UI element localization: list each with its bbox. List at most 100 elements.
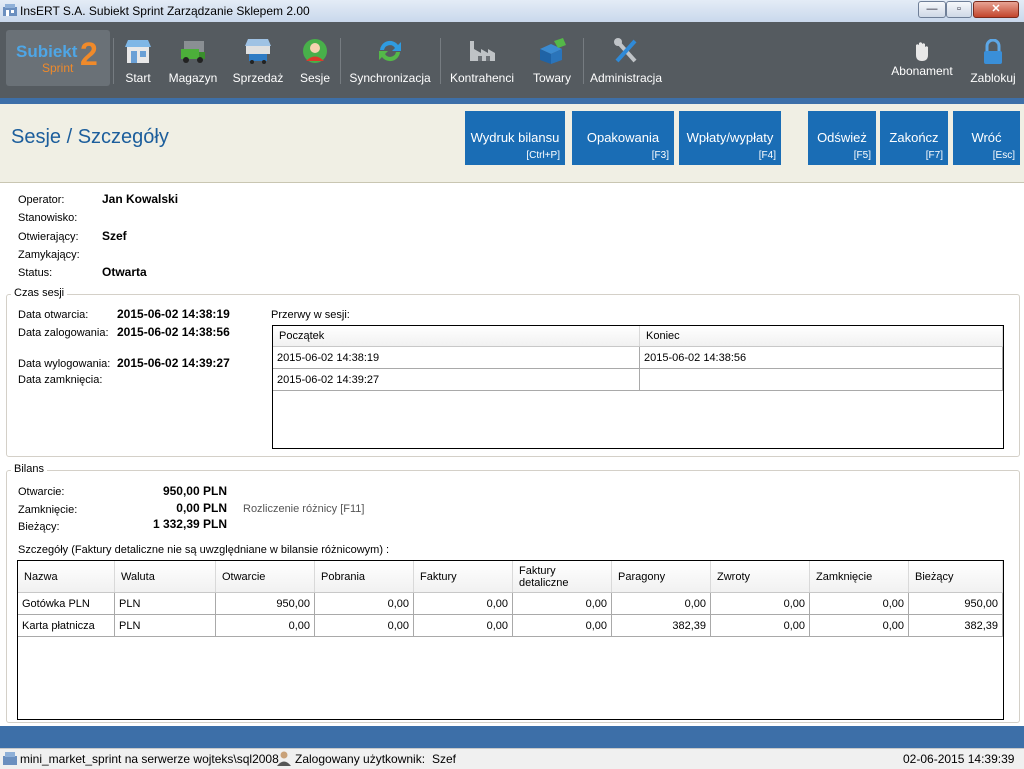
table-cell[interactable]: 0,00	[314, 592, 414, 615]
status-datetime: 02-06-2015 14:39:39	[903, 752, 1015, 766]
opakowania-button[interactable]: Opakowania [F3]	[572, 111, 674, 165]
table-cell[interactable]: 0,00	[611, 592, 711, 615]
przerwy-header-row: Początek Koniec	[273, 326, 1003, 347]
table-cell[interactable]: 0,00	[809, 592, 909, 615]
window-title-bar: InsERT S.A. Subiekt Sprint Zarządzanie S…	[0, 0, 1024, 23]
table-cell[interactable]	[639, 368, 1003, 391]
status-value: Otwarta	[102, 265, 147, 279]
table-cell[interactable]: PLN	[114, 592, 216, 615]
column-header-koniec[interactable]: Koniec	[639, 326, 1003, 347]
table-cell[interactable]: 2015-06-02 14:38:19	[273, 346, 640, 369]
cashier-icon	[303, 39, 327, 63]
table-cell[interactable]: PLN	[114, 614, 216, 637]
stanowisko-label: Stanowisko:	[18, 212, 78, 224]
otwarcie-label: Otwarcie:	[18, 486, 65, 498]
operator-label: Operator:	[18, 194, 65, 206]
logged-user-value: Szef	[432, 752, 457, 766]
data-otwarcia-label: Data otwarcia:	[18, 309, 89, 321]
table-cell[interactable]: 0,00	[413, 614, 513, 637]
table-row[interactable]: Karta płatnicza PLN 0,00 0,00 0,00 0,00 …	[18, 614, 1003, 637]
status-label: Status:	[18, 267, 53, 279]
column-header-biezacy[interactable]: Bieżący	[908, 561, 1003, 593]
column-header-zwroty[interactable]: Zwroty	[710, 561, 810, 593]
table-cell[interactable]: 0,00	[710, 614, 810, 637]
otwierajacy-value: Szef	[102, 229, 127, 243]
table-cell[interactable]: Gotówka PLN	[18, 592, 115, 615]
table-cell[interactable]: 0,00	[809, 614, 909, 637]
table-cell[interactable]: 2015-06-02 14:38:56	[639, 346, 1003, 369]
table-cell[interactable]: 0,00	[215, 614, 315, 637]
table-cell[interactable]: 950,00	[215, 592, 315, 615]
data-wylogowania-value: 2015-06-02 14:39:27	[117, 356, 230, 370]
table-cell[interactable]: 0,00	[512, 592, 612, 615]
table-cell[interactable]: 950,00	[908, 592, 1003, 615]
szczegoly-label: Szczegóły (Faktury detaliczne nie są uwz…	[18, 544, 390, 556]
wroc-button[interactable]: Wróć [Esc]	[953, 111, 1020, 165]
przerwy-grid[interactable]: Początek Koniec 2015-06-02 14:38:19 2015…	[272, 325, 1004, 449]
column-header-faktury[interactable]: Faktury	[413, 561, 513, 593]
column-header-paragony[interactable]: Paragony	[611, 561, 711, 593]
wydruk-bilansu-button[interactable]: Wydruk bilansu [Ctrl+P]	[465, 111, 565, 165]
biezacy-value: 1 332,39 PLN	[152, 517, 227, 531]
database-shop-icon	[3, 752, 17, 765]
column-header-nazwa[interactable]: Nazwa	[18, 561, 115, 593]
toolbar-abonament-button[interactable]: Abonament	[886, 34, 958, 92]
bilans-grid[interactable]: Nazwa Waluta Otwarcie Pobrania Faktury F…	[17, 560, 1004, 720]
toolbar-administracja-button[interactable]: Administracja	[588, 34, 664, 92]
minimize-button[interactable]: —	[918, 1, 946, 18]
close-button[interactable]: ✕	[973, 1, 1019, 18]
hand-icon	[916, 42, 928, 61]
toolbar-zablokuj-button[interactable]: Zablokuj	[966, 34, 1020, 92]
table-cell[interactable]: 0,00	[314, 614, 414, 637]
factory-icon	[470, 41, 495, 61]
table-row[interactable]: 2015-06-02 14:38:19 2015-06-02 14:38:56	[273, 346, 1003, 369]
otwarcie-value: 950,00 PLN	[162, 484, 227, 498]
bilans-legend: Bilans	[11, 463, 47, 475]
table-cell[interactable]: 2015-06-02 14:39:27	[273, 368, 640, 391]
table-cell[interactable]: Karta płatnicza	[18, 614, 115, 637]
wplaty-wyplaty-button[interactable]: Wpłaty/wypłaty [F4]	[679, 111, 781, 165]
zamkniecie-value: 0,00 PLN	[176, 501, 227, 515]
table-cell[interactable]: 382,39	[908, 614, 1003, 637]
warehouse-truck-icon	[181, 41, 205, 63]
column-header-waluta[interactable]: Waluta	[114, 561, 216, 593]
table-row[interactable]: Gotówka PLN PLN 950,00 0,00 0,00 0,00 0,…	[18, 592, 1003, 615]
data-wylogowania-label: Data wylogowania:	[18, 358, 111, 370]
page-header: Sesje / Szczegóły Wydruk bilansu [Ctrl+P]…	[0, 104, 1024, 183]
table-row[interactable]: 2015-06-02 14:39:27	[273, 368, 1003, 391]
subiekt-sprint-logo: Subiekt Sprint 2	[6, 30, 110, 86]
zamykajacy-label: Zamykający:	[18, 249, 80, 261]
column-header-pobrania[interactable]: Pobrania	[314, 561, 414, 593]
toolbar-magazyn-button[interactable]: Magazyn	[167, 34, 219, 92]
odswiez-button[interactable]: Odśwież [F5]	[808, 111, 876, 165]
toolbar-start-button[interactable]: Start	[117, 34, 159, 92]
bottom-accent-bar	[0, 726, 1024, 748]
column-header-poczatek[interactable]: Początek	[273, 326, 640, 347]
window-title: InsERT S.A. Subiekt Sprint Zarządzanie S…	[20, 4, 310, 18]
table-cell[interactable]: 382,39	[611, 614, 711, 637]
column-header-zamkniecie[interactable]: Zamknięcie	[809, 561, 909, 593]
toolbar-sesje-button[interactable]: Sesje	[296, 34, 334, 92]
toolbar-kontrahenci-button[interactable]: Kontrahenci	[446, 34, 518, 92]
bilans-header-row: Nazwa Waluta Otwarcie Pobrania Faktury F…	[18, 561, 1003, 593]
tools-icon	[614, 38, 637, 63]
zakoncz-button[interactable]: Zakończ [F7]	[880, 111, 948, 165]
main-toolbar: Subiekt Sprint 2 Start Magazyn Sprzedaż	[0, 22, 1024, 98]
data-zalogowania-value: 2015-06-02 14:38:56	[117, 325, 230, 339]
shop-icon	[125, 40, 151, 63]
table-cell[interactable]: 0,00	[710, 592, 810, 615]
czas-sesji-legend: Czas sesji	[11, 287, 68, 299]
rozliczenie-roznicy-link[interactable]: Rozliczenie różnicy [F11]	[243, 503, 364, 515]
column-header-otwarcie[interactable]: Otwarcie	[215, 561, 315, 593]
logged-user-label: Zalogowany użytkownik:	[295, 752, 426, 766]
table-cell[interactable]: 0,00	[512, 614, 612, 637]
toolbar-synchronizacja-button[interactable]: Synchronizacja	[346, 34, 434, 92]
operator-value: Jan Kowalski	[102, 192, 179, 206]
biezacy-label: Bieżący:	[18, 521, 60, 533]
page-title: Sesje / Szczegóły	[11, 126, 169, 148]
toolbar-towary-button[interactable]: Towary	[528, 34, 576, 92]
column-header-faktury-detaliczne[interactable]: Faktury detaliczne	[512, 561, 612, 593]
maximize-button[interactable]: ▫	[946, 1, 972, 18]
table-cell[interactable]: 0,00	[413, 592, 513, 615]
toolbar-sprzedaz-button[interactable]: Sprzedaż	[229, 34, 287, 92]
